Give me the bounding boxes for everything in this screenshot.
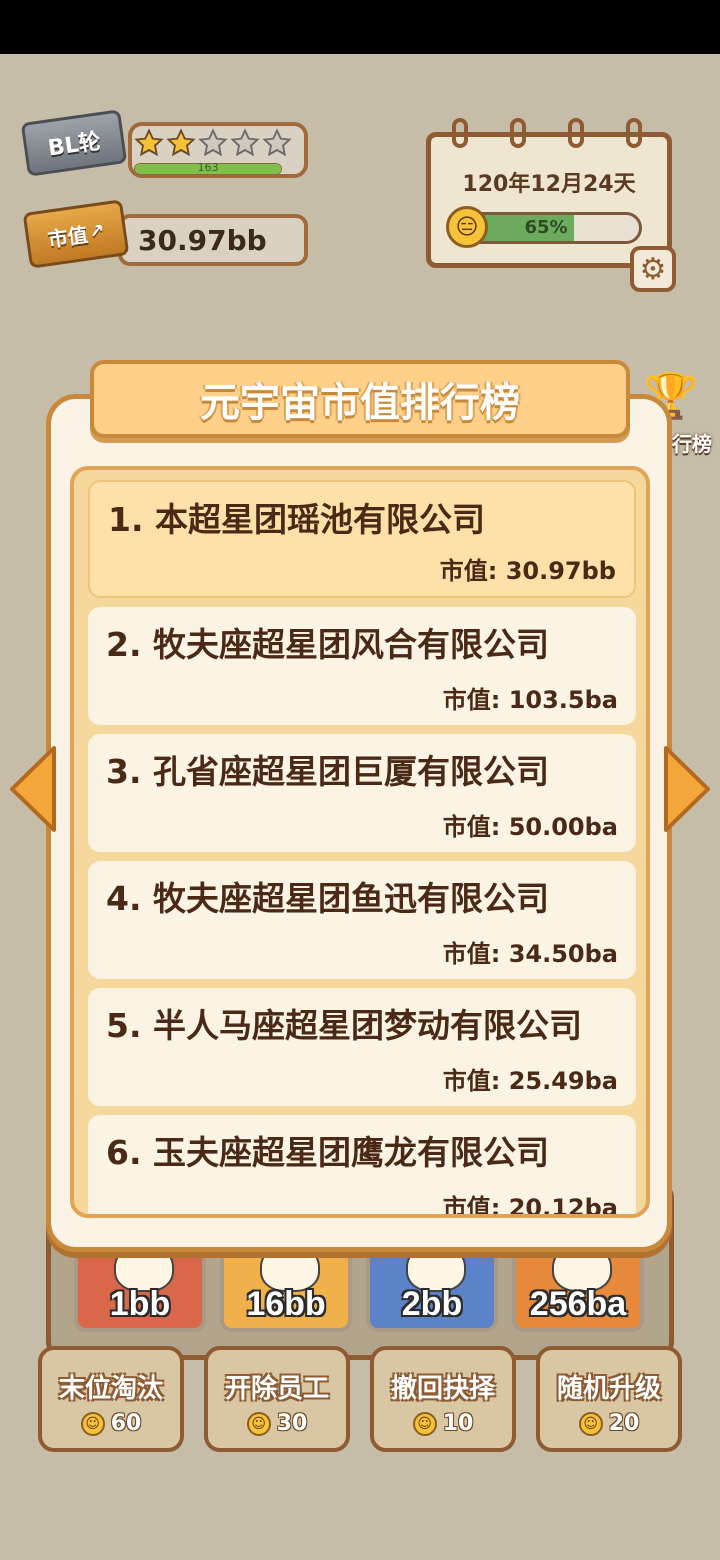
- employee-value: 1bb: [109, 1285, 171, 1323]
- action-cost-value: 10: [442, 1411, 474, 1436]
- prev-arrow-button[interactable]: [6, 744, 58, 834]
- action-cost-value: 20: [608, 1411, 640, 1436]
- settings-button[interactable]: ⚙: [630, 246, 676, 292]
- company-market-value: 市值: 30.97bb: [439, 557, 616, 585]
- modal-title: 元宇宙市值排行榜: [200, 380, 520, 426]
- company-name: 4. 牧夫座超星团鱼迅有限公司: [106, 879, 549, 918]
- calendar-rings: [452, 118, 652, 148]
- ring-icon: [510, 118, 526, 148]
- rank-badge: BL轮: [20, 109, 128, 177]
- smile-icon: ☺: [80, 1411, 105, 1436]
- xp-value: 163: [197, 161, 219, 174]
- action-cost: ☺ 60: [42, 1411, 180, 1436]
- gear-icon: ⚙: [639, 251, 667, 287]
- action-title: 末位淘汰: [58, 1374, 163, 1404]
- action-title: 开除员工: [224, 1374, 329, 1404]
- action-button[interactable]: 末位淘汰 ☺ 60: [38, 1346, 184, 1452]
- company-market-value: 市值: 25.49ba: [442, 1067, 618, 1095]
- market-value-badge: 市值 ↗: [22, 199, 130, 269]
- market-value-label: 市值: [46, 222, 90, 252]
- smile-icon: ☺: [412, 1411, 437, 1436]
- company-name: 5. 半人马座超星团梦动有限公司: [106, 1006, 582, 1045]
- leaderboard-entry: 1. 本超星团瑶池有限公司市值: 30.97bb: [88, 480, 636, 598]
- action-cost-value: 60: [110, 1411, 142, 1436]
- modal-title-plate: 元宇宙市值排行榜: [90, 360, 630, 438]
- action-button[interactable]: 随机升级 ☺ 20: [536, 1346, 682, 1452]
- company-name: 6. 玉夫座超星团鹰龙有限公司: [106, 1133, 549, 1172]
- ring-icon: [568, 118, 584, 148]
- smile-icon: ☺: [578, 1411, 603, 1436]
- employee-value: 16bb: [246, 1285, 326, 1323]
- action-cost: ☺ 20: [540, 1411, 678, 1436]
- leaderboard-label: 行榜: [672, 432, 712, 456]
- company-market-value: 市值: 34.50ba: [442, 940, 618, 968]
- chart-up-icon: ↗: [87, 219, 106, 243]
- ring-icon: [626, 118, 642, 148]
- next-arrow-button[interactable]: [662, 744, 714, 834]
- star-icon: [134, 128, 164, 157]
- action-cost: ☺ 30: [208, 1411, 346, 1436]
- calendar-date: 120年12月24天: [462, 172, 636, 197]
- action-title: 随机升级: [556, 1374, 661, 1404]
- star-icon: [166, 128, 196, 157]
- leaderboard-entry: 4. 牧夫座超星团鱼迅有限公司市值: 34.50ba: [88, 861, 636, 979]
- leaderboard-entry: 5. 半人马座超星团梦动有限公司市值: 25.49ba: [88, 988, 636, 1106]
- rank-label: BL轮: [46, 129, 103, 162]
- employee-value: 2bb: [401, 1285, 463, 1323]
- smile-icon: ☺: [246, 1411, 271, 1436]
- company-market-value: 市值: 103.5ba: [442, 686, 618, 714]
- action-button[interactable]: 撤回抉择 ☺ 10: [370, 1346, 516, 1452]
- status-bar: [0, 0, 720, 54]
- leaderboard-entry: 3. 孔省座超星团巨厦有限公司市值: 50.00ba: [88, 734, 636, 852]
- employee-value: 256ba: [529, 1285, 627, 1323]
- action-button[interactable]: 开除员工 ☺ 30: [204, 1346, 350, 1452]
- action-cost-value: 30: [276, 1411, 308, 1436]
- company-name: 3. 孔省座超星团巨厦有限公司: [106, 752, 549, 791]
- market-value: 30.97bb: [138, 223, 267, 257]
- leaderboard-entry: 2. 牧夫座超星团风合有限公司市值: 103.5ba: [88, 607, 636, 725]
- company-name: 2. 牧夫座超星团风合有限公司: [106, 625, 549, 664]
- star-rating: [134, 128, 292, 158]
- action-title: 撤回抉择: [390, 1374, 495, 1404]
- company-name: 1. 本超星团瑶池有限公司: [108, 500, 485, 539]
- ring-icon: [452, 118, 468, 148]
- star-empty-icon: [262, 128, 292, 157]
- company-market-value: 市值: 20.12ba: [442, 1194, 618, 1218]
- company-market-value: 市值: 50.00ba: [442, 813, 618, 841]
- mood-face-icon: 😑: [446, 206, 488, 248]
- leaderboard-entry: 6. 玉夫座超星团鹰龙有限公司市值: 20.12ba: [88, 1115, 636, 1218]
- leaderboard-list[interactable]: 1. 本超星团瑶池有限公司 市值: 30.97bb 2. 牧夫座超星团风合有限公司市…: [70, 466, 650, 1218]
- market-value-panel: 30.97bb: [118, 214, 308, 266]
- action-cost: ☺ 10: [374, 1411, 512, 1436]
- star-empty-icon: [198, 128, 228, 157]
- star-empty-icon: [230, 128, 260, 157]
